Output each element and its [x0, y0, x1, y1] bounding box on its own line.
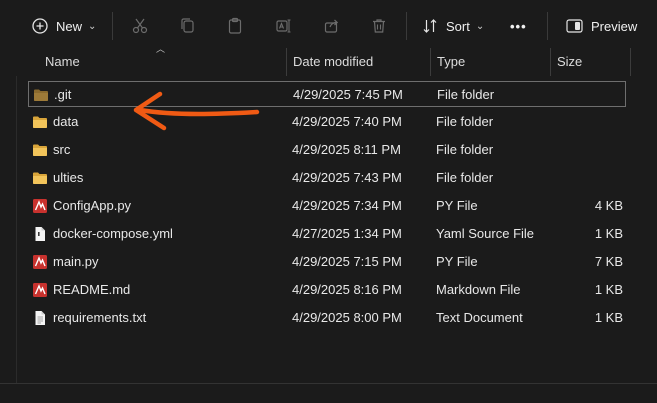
file-size	[550, 109, 623, 135]
file-size	[550, 137, 623, 163]
file-date: 4/29/2025 7:34 PM	[292, 198, 402, 213]
file-date: 4/27/2025 1:34 PM	[292, 226, 402, 241]
status-divider	[0, 383, 657, 384]
file-type: File folder	[436, 114, 494, 129]
file-row-data[interactable]: data 4/29/2025 7:40 PM File folder	[28, 109, 626, 135]
toolbar-divider	[112, 12, 113, 40]
column-divider[interactable]	[550, 48, 551, 76]
file-type: Markdown File	[436, 282, 521, 297]
copy-icon	[181, 18, 194, 33]
file-name: .git	[54, 87, 72, 102]
file-size: 7 KB	[594, 254, 623, 269]
share-button[interactable]	[320, 14, 344, 38]
new-button[interactable]: New ⌄	[32, 12, 96, 40]
share-icon	[324, 19, 339, 33]
cut-button[interactable]	[128, 14, 152, 38]
file-date: 4/29/2025 8:16 PM	[292, 282, 402, 297]
file-date: 4/29/2025 7:45 PM	[293, 87, 403, 102]
file-type: File folder	[436, 170, 494, 185]
scissors-icon	[132, 18, 148, 34]
more-icon: •••	[510, 18, 527, 34]
file-row-configapp[interactable]: ConfigApp.py 4/29/2025 7:34 PM PY File 4…	[28, 193, 626, 219]
file-row-git[interactable]: .git 4/29/2025 7:45 PM File folder	[28, 81, 626, 107]
preview-button[interactable]: Preview	[566, 12, 637, 40]
file-type: File folder	[436, 142, 494, 157]
folder-icon	[33, 144, 47, 156]
file-name: src	[53, 142, 71, 157]
file-row-src[interactable]: src 4/29/2025 8:11 PM File folder	[28, 137, 626, 163]
toolbar-divider	[547, 12, 548, 40]
command-bar: New ⌄ Sort ⌄ ••• Preview	[0, 0, 657, 52]
pane-divider	[16, 76, 17, 384]
sort-label: Sort	[446, 18, 470, 34]
file-name: docker-compose.yml	[53, 226, 173, 241]
sort-button[interactable]: Sort ⌄	[422, 12, 484, 40]
chevron-down-icon: ⌄	[88, 21, 97, 32]
rename-button[interactable]	[272, 14, 296, 38]
column-date-modified[interactable]: Date modified	[293, 48, 373, 76]
sort-ascending-icon: ︿	[156, 44, 166, 54]
file-row-main[interactable]: main.py 4/29/2025 7:15 PM PY File 7 KB	[28, 249, 626, 275]
annotation-arrow-icon	[133, 91, 260, 131]
file-row-requirements[interactable]: requirements.txt 4/29/2025 8:00 PM Text …	[28, 305, 626, 331]
paste-button[interactable]	[223, 14, 247, 38]
toolbar-divider	[406, 12, 407, 40]
new-label: New	[56, 18, 83, 34]
file-size	[550, 165, 623, 191]
plus-circle-icon	[32, 18, 48, 34]
folder-dark-icon	[34, 89, 48, 101]
python-file-icon	[33, 199, 47, 213]
file-type: Yaml Source File	[436, 226, 535, 241]
column-type[interactable]: Type	[437, 48, 465, 76]
file-row-ulties[interactable]: ulties 4/29/2025 7:43 PM File folder	[28, 165, 626, 191]
chevron-down-icon: ⌄	[475, 21, 485, 32]
trash-icon	[373, 19, 385, 33]
python-file-icon	[33, 283, 47, 297]
file-size	[551, 82, 624, 108]
file-name: ulties	[53, 170, 84, 185]
file-name: ConfigApp.py	[53, 198, 132, 213]
file-date: 4/29/2025 7:15 PM	[292, 254, 402, 269]
preview-label: Preview	[591, 18, 638, 34]
file-type: PY File	[436, 198, 478, 213]
file-name: README.md	[53, 282, 131, 297]
file-date: 4/29/2025 7:43 PM	[292, 170, 402, 185]
more-options-button[interactable]: •••	[510, 12, 527, 40]
rename-icon	[276, 19, 291, 33]
preview-pane-icon	[566, 19, 583, 33]
folder-icon	[33, 116, 47, 128]
column-name[interactable]: Name	[45, 48, 80, 76]
clipboard-icon	[228, 17, 242, 34]
delete-button[interactable]	[367, 14, 391, 38]
file-size: 1 KB	[594, 226, 623, 241]
file-name: main.py	[53, 254, 99, 269]
file-name: requirements.txt	[53, 310, 147, 325]
text-file-icon	[35, 311, 45, 325]
file-date: 4/29/2025 8:11 PM	[292, 142, 401, 157]
file-size: 1 KB	[594, 310, 623, 325]
file-type: Text Document	[436, 310, 523, 325]
document-icon	[35, 227, 45, 241]
folder-icon	[33, 172, 47, 184]
file-row-docker-compose[interactable]: docker-compose.yml 4/27/2025 1:34 PM Yam…	[28, 221, 626, 247]
column-divider[interactable]	[286, 48, 287, 76]
file-date: 4/29/2025 8:00 PM	[292, 310, 402, 325]
file-row-readme[interactable]: README.md 4/29/2025 8:16 PM Markdown Fil…	[28, 277, 626, 303]
file-size: 4 KB	[594, 198, 623, 213]
copy-button[interactable]	[176, 14, 200, 38]
python-file-icon	[33, 255, 47, 269]
file-type: File folder	[437, 87, 495, 102]
file-size: 1 KB	[594, 282, 623, 297]
file-name: data	[53, 114, 79, 129]
sort-icon	[423, 19, 437, 33]
file-date: 4/29/2025 7:40 PM	[292, 114, 402, 129]
column-header: ︿ Name Date modified Type Size	[0, 44, 657, 76]
column-size[interactable]: Size	[557, 48, 582, 76]
column-divider[interactable]	[630, 48, 631, 76]
column-divider[interactable]	[430, 48, 431, 76]
file-type: PY File	[436, 254, 478, 269]
